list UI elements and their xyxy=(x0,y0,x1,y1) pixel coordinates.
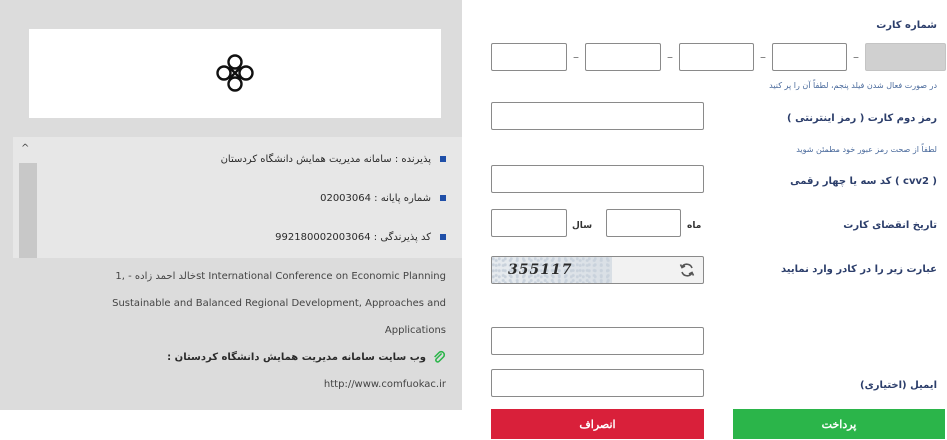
terminal-number-item: شماره پایانه : 02003064 xyxy=(320,193,446,204)
dash-separator: – xyxy=(853,50,859,64)
bullet xyxy=(440,195,446,201)
description-line: Sustainable and Balanced Regional Develo… xyxy=(112,298,446,309)
logo-box xyxy=(29,29,441,118)
expiry-label: تاریخ انقضای کارت xyxy=(843,220,937,231)
card-number-field-4[interactable] xyxy=(585,43,661,71)
bullet xyxy=(440,234,446,240)
bank-logo-icon xyxy=(216,54,254,92)
paperclip-icon xyxy=(434,350,446,363)
expiry-year-input[interactable] xyxy=(491,209,567,237)
website-label: وب سایت سامانه مدیریت همایش دانشگاه کردس… xyxy=(167,350,446,364)
description-line: Applications xyxy=(384,325,446,336)
card-number-label: شماره کارت xyxy=(876,20,937,31)
captcha-label: عبارت زیر را در کادر وارد نمایید xyxy=(781,264,937,275)
merchant-name-item: پذیرنده : سامانه مدیریت همایش دانشگاه کر… xyxy=(221,154,446,165)
email-input[interactable] xyxy=(491,369,704,397)
captcha-input[interactable] xyxy=(491,327,704,355)
card-hint: در صورت فعال شدن فیلد پنجم، لطفاً آن را … xyxy=(769,81,937,90)
cvv2-label: کد سه یا چهار رقمی ( cvv2 ) xyxy=(790,176,937,187)
dash-separator: – xyxy=(573,50,579,64)
captcha-code: 355117 xyxy=(508,262,573,278)
card-number-field-3[interactable] xyxy=(679,43,754,71)
description-line: خالد احمد زاده - ,1st International Conf… xyxy=(115,271,446,282)
scrollbar-thumb[interactable] xyxy=(19,163,37,258)
dash-separator: – xyxy=(760,50,766,64)
merchant-info-list: ^ پذیرنده : سامانه مدیریت همایش دانشگاه … xyxy=(13,137,462,258)
bullet xyxy=(440,156,446,162)
card-number-field-2[interactable] xyxy=(772,43,847,71)
pay-button[interactable]: پرداخت xyxy=(733,409,945,439)
refresh-icon[interactable] xyxy=(679,262,695,278)
chevron-up-icon[interactable]: ^ xyxy=(21,143,29,154)
password-hint: لطفاً از صحت رمز عبور خود مطمئن شوید xyxy=(796,145,937,154)
card-number-field-1[interactable] xyxy=(865,43,946,71)
expiry-month-input[interactable] xyxy=(606,209,681,237)
website-url[interactable]: http://www.comfuokac.ir xyxy=(324,379,446,390)
card-number-field-5[interactable] xyxy=(491,43,567,71)
captcha-box: 355117 xyxy=(491,256,704,284)
cancel-button[interactable]: انصراف xyxy=(491,409,704,439)
email-label: ایمیل (اختیاری) xyxy=(860,380,937,391)
dash-separator: – xyxy=(667,50,673,64)
second-password-label: رمز دوم کارت ( رمز اینترنتی ) xyxy=(787,113,937,124)
merchant-code-item: کد پذیرندگی : 992180002003064 xyxy=(275,232,446,243)
scrollbar[interactable]: ^ xyxy=(13,137,43,258)
second-password-input[interactable] xyxy=(491,102,704,130)
merchant-panel: ^ پذیرنده : سامانه مدیریت همایش دانشگاه … xyxy=(0,0,462,410)
payment-description: خالد احمد زاده - ,1st International Conf… xyxy=(13,258,462,410)
year-label: سال xyxy=(572,221,593,231)
month-label: ماه xyxy=(687,221,702,231)
cvv2-input[interactable] xyxy=(491,165,704,193)
